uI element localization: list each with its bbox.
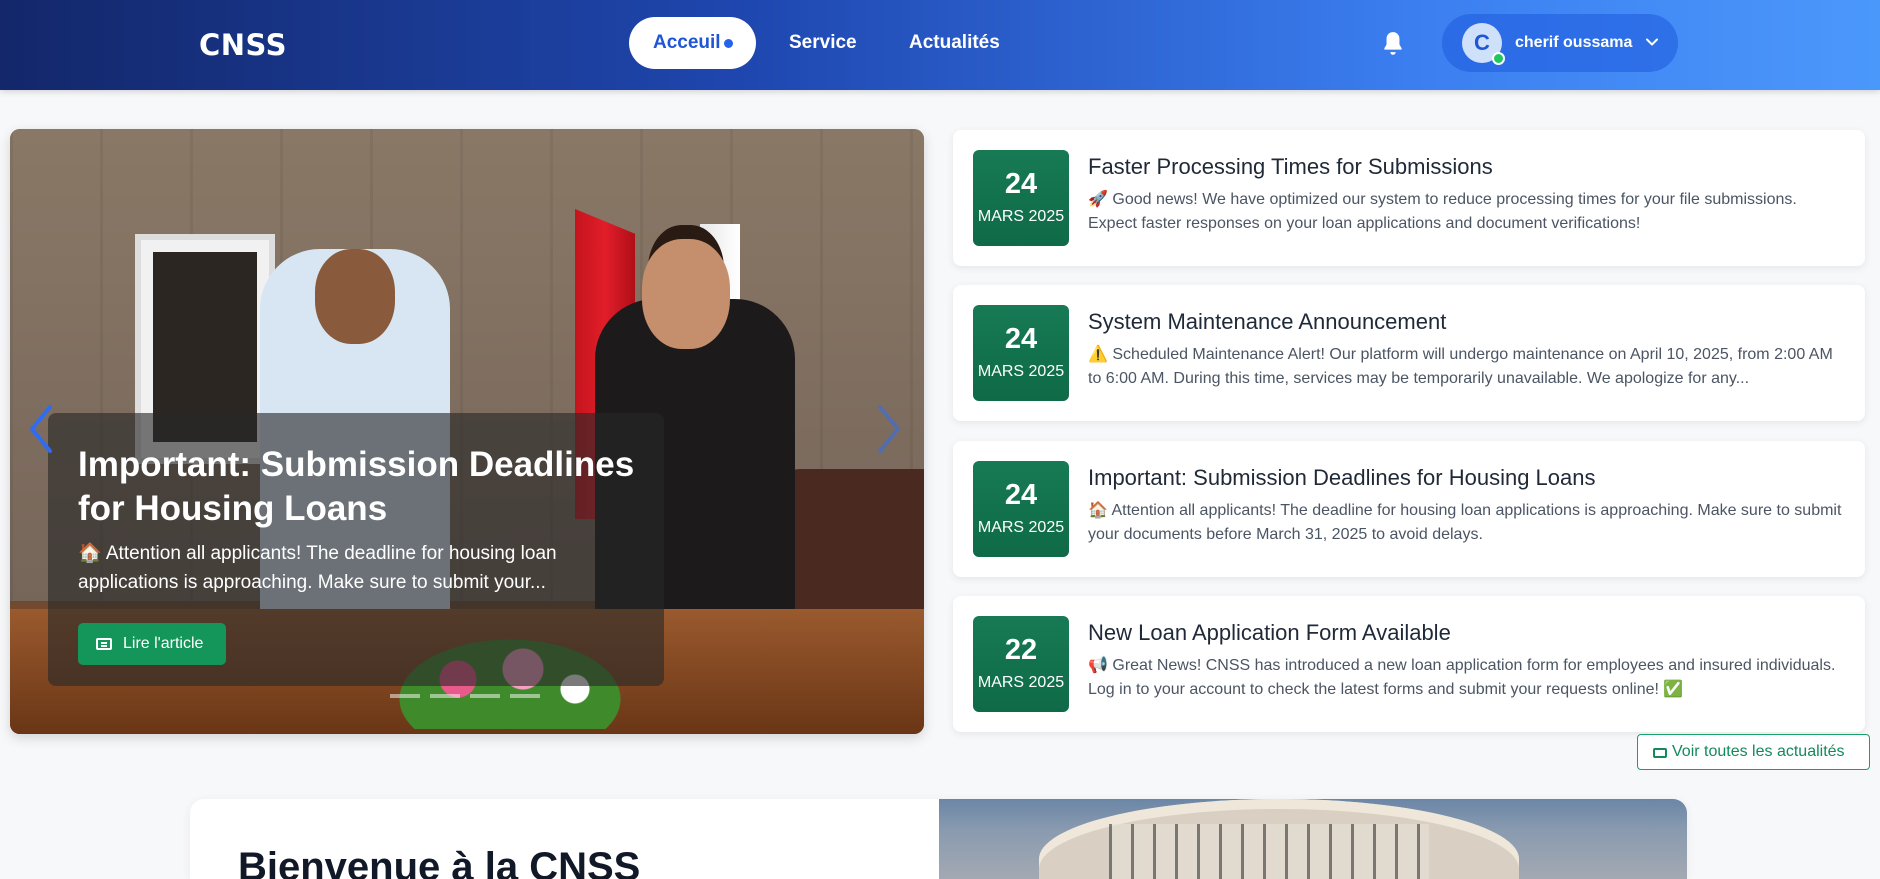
news-body: 🏠 Attention all applicants! The deadline… xyxy=(1088,502,1842,543)
news-title[interactable]: New Loan Application Form Available xyxy=(1088,620,1451,646)
active-indicator-dot xyxy=(724,39,733,48)
view-all-news-button[interactable]: Voir toutes les actualités xyxy=(1637,734,1870,770)
news-card[interactable]: 24 MARS 2025 Faster Processing Times for… xyxy=(953,130,1865,266)
hero-photo-person-right-head xyxy=(642,239,730,349)
news-date-day: 22 xyxy=(1004,634,1038,666)
user-menu[interactable]: C cherif oussama xyxy=(1442,14,1678,72)
news-date-badge: 24 MARS 2025 xyxy=(973,150,1069,246)
carousel-next-button[interactable] xyxy=(870,399,910,459)
news-body: 📢 Great News! CNSS has introduced a new … xyxy=(1088,657,1836,698)
carousel-caption: Important: Submission Deadlines for Hous… xyxy=(48,413,664,686)
news-title[interactable]: Important: Submission Deadlines for Hous… xyxy=(1088,465,1596,491)
news-date-month: MARS 2025 xyxy=(977,674,1065,691)
news-card[interactable]: 24 MARS 2025 System Maintenance Announce… xyxy=(953,285,1865,421)
newspaper-icon xyxy=(1653,748,1667,758)
carousel-prev-button[interactable] xyxy=(20,399,60,459)
news-date-day: 24 xyxy=(1004,323,1038,355)
read-article-label: Lire l'article xyxy=(123,635,204,652)
hero-carousel: Important: Submission Deadlines for Hous… xyxy=(10,129,924,734)
news-body: ⚠️ Scheduled Maintenance Alert! Our plat… xyxy=(1088,346,1833,387)
news-card[interactable]: 22 MARS 2025 New Loan Application Form A… xyxy=(953,596,1865,732)
news-date-badge: 24 MARS 2025 xyxy=(973,461,1069,557)
brand-logo[interactable]: CNSS xyxy=(199,28,287,62)
nav-link-label: Acceuil xyxy=(653,32,721,53)
hero-photo-sofa xyxy=(780,469,924,619)
nav-link-actualites[interactable]: Actualités xyxy=(909,32,1000,54)
news-date-day: 24 xyxy=(1004,168,1038,200)
news-date-day: 24 xyxy=(1004,479,1038,511)
welcome-title: Bienvenue à la CNSS xyxy=(238,845,641,879)
carousel-indicators xyxy=(390,694,590,700)
read-article-button[interactable]: Lire l'article xyxy=(78,623,226,665)
navbar: CNSS Acceuil Service Actualités C cherif… xyxy=(0,0,1880,90)
chevron-down-icon xyxy=(1642,32,1662,52)
news-date-month: MARS 2025 xyxy=(977,519,1065,536)
news-body: 🚀 Good news! We have optimized our syste… xyxy=(1088,191,1797,232)
news-date-badge: 24 MARS 2025 xyxy=(973,305,1069,401)
news-title[interactable]: System Maintenance Announcement xyxy=(1088,309,1446,335)
carousel-indicator[interactable] xyxy=(390,694,420,698)
news-date-month: MARS 2025 xyxy=(977,363,1065,380)
view-all-news-label: Voir toutes les actualités xyxy=(1672,743,1845,760)
carousel-indicator[interactable] xyxy=(470,694,500,698)
news-date-badge: 22 MARS 2025 xyxy=(973,616,1069,712)
welcome-building-image xyxy=(939,799,1687,879)
nav-link-service[interactable]: Service xyxy=(789,32,857,54)
news-card[interactable]: 24 MARS 2025 Important: Submission Deadl… xyxy=(953,441,1865,577)
news-title[interactable]: Faster Processing Times for Submissions xyxy=(1088,154,1493,180)
carousel-text: 🏠 Attention all applicants! The deadline… xyxy=(78,543,557,593)
newspaper-icon xyxy=(96,638,112,650)
online-status-dot xyxy=(1492,52,1505,65)
welcome-section: Bienvenue à la CNSS xyxy=(190,799,1687,879)
carousel-indicator[interactable] xyxy=(430,694,460,698)
user-name: cherif oussama xyxy=(1515,34,1633,51)
carousel-title: Important: Submission Deadlines for Hous… xyxy=(78,445,635,528)
bell-icon[interactable] xyxy=(1380,30,1406,58)
hero-photo-person-left-head xyxy=(315,249,395,344)
nav-link-acceuil[interactable]: Acceuil xyxy=(629,17,756,69)
news-date-month: MARS 2025 xyxy=(977,208,1065,225)
carousel-indicator[interactable] xyxy=(510,694,540,698)
